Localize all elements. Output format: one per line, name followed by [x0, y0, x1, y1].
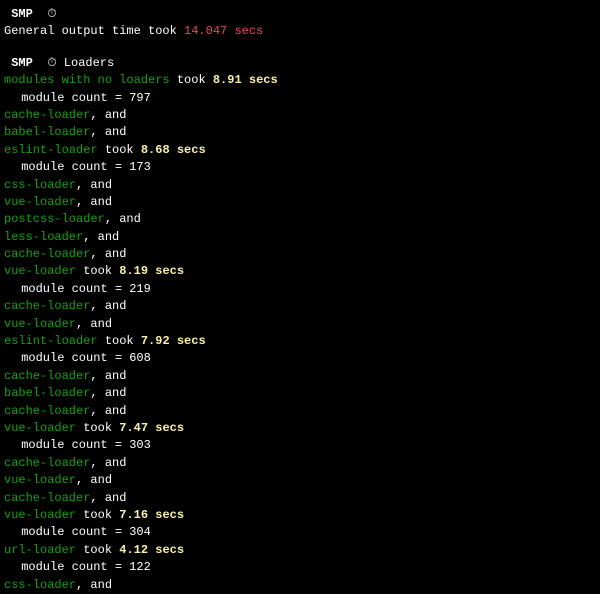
loader-line: postcss-loader, and: [4, 211, 596, 228]
and-text: , and: [90, 125, 126, 139]
loader-time: 8.68 secs: [141, 143, 206, 157]
took-text: took: [98, 334, 141, 348]
loader-line: babel-loader, and: [4, 385, 596, 402]
loader-line: cache-loader, and: [4, 455, 596, 472]
loader-name: babel-loader: [4, 125, 90, 139]
loader-groups: modules with no loaders took 8.91 secs m…: [4, 72, 596, 594]
loader-time: 7.16 secs: [119, 508, 184, 522]
loader-line: cache-loader, and: [4, 107, 596, 124]
and-text: , and: [90, 386, 126, 400]
loader-name: cache-loader: [4, 369, 90, 383]
and-text: , and: [76, 473, 112, 487]
loader-line: cache-loader, and: [4, 246, 596, 263]
loader-line: eslint-loader took 8.68 secs: [4, 142, 596, 159]
loader-time: 4.12 secs: [119, 543, 184, 557]
loader-name: cache-loader: [4, 108, 90, 122]
loaders-section: SMP ⏱ Loaders modules with no loaders to…: [4, 55, 596, 594]
loader-name: vue-loader: [4, 195, 76, 209]
loader-time: 8.91 secs: [213, 73, 278, 87]
and-text: , and: [83, 230, 119, 244]
loader-line: cache-loader, and: [4, 403, 596, 420]
loader-name: vue-loader: [4, 264, 76, 278]
terminal-output: SMP ⏱ General output time took 14.047 se…: [4, 6, 596, 594]
loader-name: cache-loader: [4, 247, 90, 261]
loader-line: eslint-loader took 7.92 secs: [4, 333, 596, 350]
smp-header: SMP ⏱: [4, 6, 596, 23]
stopwatch-icon: ⏱: [47, 55, 56, 72]
general-output-time: 14.047 secs: [184, 24, 263, 38]
loader-time: 7.47 secs: [119, 421, 184, 435]
loader-line: vue-loader took 7.47 secs: [4, 420, 596, 437]
loader-line: vue-loader, and: [4, 472, 596, 489]
loader-name: cache-loader: [4, 456, 90, 470]
loader-line: vue-loader took 8.19 secs: [4, 263, 596, 280]
loader-line: url-loader took 4.12 secs: [4, 542, 596, 559]
module-count: module count = 173: [4, 159, 596, 176]
took-text: took: [76, 543, 119, 557]
loader-name: modules with no loaders: [4, 73, 170, 87]
loader-name: less-loader: [4, 230, 83, 244]
loader-name: eslint-loader: [4, 143, 98, 157]
loaders-title: Loaders: [57, 56, 115, 70]
and-text: , and: [76, 195, 112, 209]
loaders-section-header: SMP ⏱ Loaders: [4, 55, 596, 72]
general-output-line: General output time took 14.047 secs: [4, 23, 596, 40]
module-count: module count = 608: [4, 350, 596, 367]
and-text: , and: [90, 108, 126, 122]
loader-name: vue-loader: [4, 317, 76, 331]
and-text: , and: [90, 491, 126, 505]
loader-name: postcss-loader: [4, 212, 105, 226]
loader-line: cache-loader, and: [4, 368, 596, 385]
smp-badge: SMP: [11, 56, 33, 70]
stopwatch-icon: ⏱: [47, 6, 56, 23]
loader-line: modules with no loaders took 8.91 secs: [4, 72, 596, 89]
module-count: module count = 303: [4, 437, 596, 454]
loader-line: less-loader, and: [4, 229, 596, 246]
and-text: , and: [105, 212, 141, 226]
and-text: , and: [90, 369, 126, 383]
loader-name: vue-loader: [4, 508, 76, 522]
and-text: , and: [90, 456, 126, 470]
took-text: took: [76, 508, 119, 522]
loader-line: css-loader, and: [4, 577, 596, 594]
loader-name: cache-loader: [4, 404, 90, 418]
loader-line: babel-loader, and: [4, 124, 596, 141]
took-text: took: [76, 264, 119, 278]
module-count: module count = 797: [4, 90, 596, 107]
loader-line: vue-loader, and: [4, 316, 596, 333]
loader-name: css-loader: [4, 578, 76, 592]
and-text: , and: [76, 178, 112, 192]
took-text: took: [98, 143, 141, 157]
loader-name: vue-loader: [4, 473, 76, 487]
and-text: , and: [76, 578, 112, 592]
took-text: took: [76, 421, 119, 435]
loader-name: cache-loader: [4, 299, 90, 313]
loader-name: url-loader: [4, 543, 76, 557]
loader-line: cache-loader, and: [4, 298, 596, 315]
smp-badge: SMP: [11, 7, 33, 21]
loader-time: 7.92 secs: [141, 334, 206, 348]
loader-name: eslint-loader: [4, 334, 98, 348]
loader-name: babel-loader: [4, 386, 90, 400]
and-text: , and: [90, 299, 126, 313]
took-text: took: [170, 73, 213, 87]
loader-time: 8.19 secs: [119, 264, 184, 278]
loader-line: cache-loader, and: [4, 490, 596, 507]
loader-name: css-loader: [4, 178, 76, 192]
loader-name: vue-loader: [4, 421, 76, 435]
module-count: module count = 219: [4, 281, 596, 298]
loader-line: vue-loader, and: [4, 194, 596, 211]
general-output-label: General output time took: [4, 24, 184, 38]
loader-name: cache-loader: [4, 491, 90, 505]
and-text: , and: [90, 247, 126, 261]
loader-line: css-loader, and: [4, 177, 596, 194]
and-text: , and: [90, 404, 126, 418]
module-count: module count = 304: [4, 524, 596, 541]
module-count: module count = 122: [4, 559, 596, 576]
and-text: , and: [76, 317, 112, 331]
